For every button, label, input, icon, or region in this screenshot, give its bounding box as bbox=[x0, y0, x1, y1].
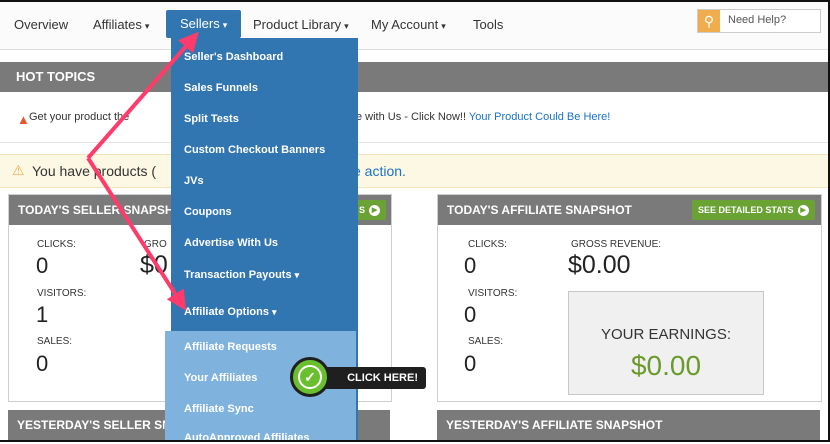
screenshot-border bbox=[0, 0, 830, 442]
